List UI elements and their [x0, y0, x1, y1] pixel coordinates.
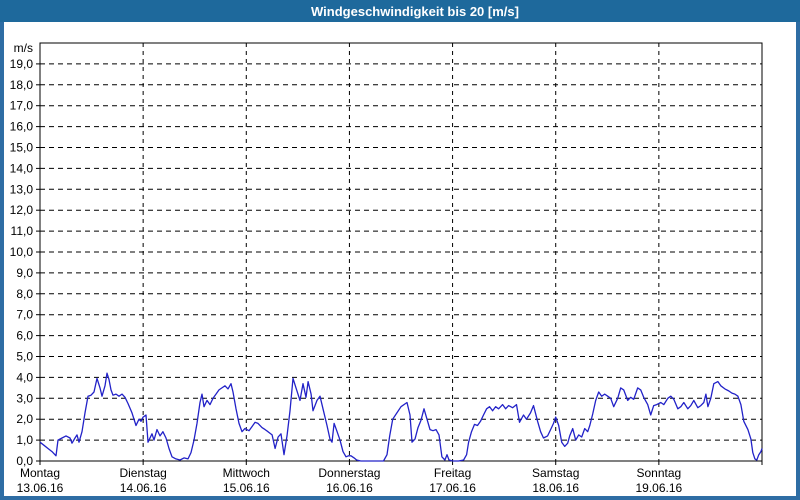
x-date-label: 17.06.16 — [429, 481, 476, 495]
y-tick-label: 18,0 — [10, 78, 34, 92]
x-weekday-label: Freitag — [434, 466, 471, 480]
x-weekday-label: Donnerstag — [318, 466, 380, 480]
y-tick-label: 12,0 — [10, 203, 34, 217]
y-tick-label: 8,0 — [16, 287, 33, 301]
x-weekday-label: Samstag — [532, 466, 579, 480]
chart-title: Windgeschwindigkeit bis 20 [m/s] — [311, 4, 519, 19]
y-tick-label: 7,0 — [16, 308, 33, 322]
x-date-label: 13.06.16 — [17, 481, 64, 495]
y-tick-label: 13,0 — [10, 182, 34, 196]
x-weekday-label: Mittwoch — [223, 466, 270, 480]
x-weekday-label: Montag — [20, 466, 60, 480]
y-tick-label: 3,0 — [16, 391, 33, 405]
y-tick-label: 19,0 — [10, 57, 34, 71]
y-tick-label: 14,0 — [10, 161, 34, 175]
x-weekday-label: Sonntag — [636, 466, 681, 480]
y-tick-label: 5,0 — [16, 350, 33, 364]
y-axis-unit-label: m/s — [14, 41, 33, 55]
y-tick-label: 9,0 — [16, 266, 33, 280]
x-weekday-label: Dienstag — [119, 466, 166, 480]
x-date-label: 15.06.16 — [223, 481, 270, 495]
y-tick-label: 16,0 — [10, 120, 34, 134]
y-tick-label: 17,0 — [10, 99, 34, 113]
y-tick-label: 6,0 — [16, 329, 33, 343]
y-tick-label: 1,0 — [16, 433, 33, 447]
y-tick-label: 10,0 — [10, 245, 34, 259]
y-tick-label: 4,0 — [16, 370, 33, 384]
y-tick-label: 2,0 — [16, 412, 33, 426]
wind-speed-chart-window: Windgeschwindigkeit bis 20 [m/s] 19,0 18,… — [0, 0, 800, 500]
wind-speed-chart: Windgeschwindigkeit bis 20 [m/s] 19,0 18,… — [0, 0, 800, 500]
plot-area: 19,0 18,0 17,0 16,0 15,0 14,0 13,0 12,0 11,0 10,0… — [10, 41, 763, 495]
x-date-label: 14.06.16 — [120, 481, 167, 495]
x-date-label: 16.06.16 — [326, 481, 373, 495]
x-date-label: 18.06.16 — [532, 481, 579, 495]
y-tick-label: 15,0 — [10, 141, 34, 155]
x-date-label: 19.06.16 — [635, 481, 682, 495]
y-tick-label: 11,0 — [11, 224, 34, 238]
